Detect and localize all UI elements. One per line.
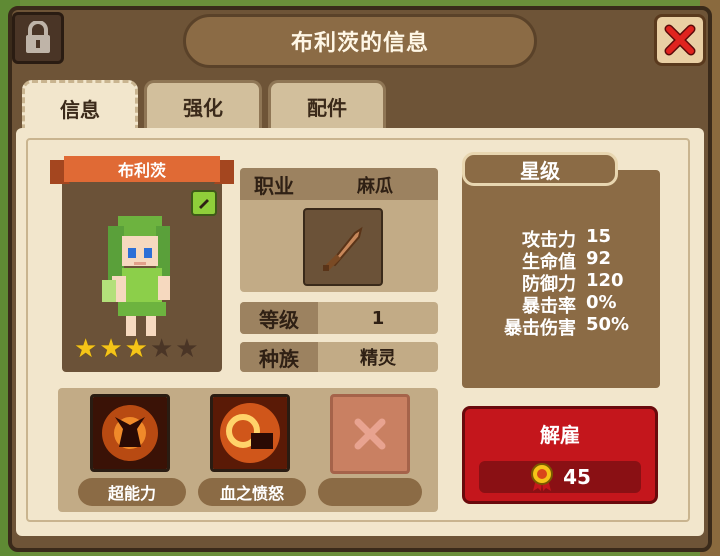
dismiss-cost-value: 45 <box>563 465 591 489</box>
skill-1-slot[interactable] <box>90 394 170 472</box>
close-icon <box>664 24 696 56</box>
dismiss-cost: 45 <box>479 461 641 493</box>
dialog-title: 布利茨的信息 <box>183 14 537 68</box>
star-filled-icon: ★ <box>124 334 148 364</box>
race-label: 种族 <box>240 342 318 372</box>
dagger-icon <box>323 226 363 271</box>
level-label: 等级 <box>240 302 318 334</box>
level-value: 1 <box>371 307 385 329</box>
job-label: 职业 <box>254 174 294 198</box>
dismiss-button[interactable]: 解雇 45 <box>462 406 658 504</box>
star-empty-icon: ★ <box>149 334 174 364</box>
stat-row: 暴击伤害 50% <box>480 314 660 340</box>
demon-power-icon <box>93 397 167 469</box>
skill-3-slot[interactable] <box>330 394 410 474</box>
stat-name: 暴击伤害 <box>504 318 576 339</box>
character-name: 布利茨 <box>117 161 166 180</box>
lock-icon <box>26 21 50 53</box>
star-rating: ★ ★ ★ ★ ★ <box>74 336 199 362</box>
tab-info[interactable]: 信息 <box>22 80 138 134</box>
ram-rage-icon <box>213 397 287 469</box>
pencil-icon <box>199 199 209 209</box>
skill-3-label <box>318 478 422 506</box>
skill-2-label: 血之愤怒 <box>198 478 306 506</box>
tab-enhance[interactable]: 强化 <box>144 80 262 130</box>
star-filled-icon: ★ <box>74 334 98 364</box>
weapon-slot[interactable] <box>303 208 383 286</box>
rename-button[interactable] <box>191 190 217 216</box>
star-filled-icon: ★ <box>99 334 123 364</box>
lock-button[interactable] <box>12 12 64 64</box>
skill-2-slot[interactable] <box>210 394 290 472</box>
race-value: 精灵 <box>360 348 396 369</box>
race-row: 种族 精灵 <box>240 342 438 372</box>
close-button[interactable] <box>654 14 706 66</box>
stats-header: 星级 <box>462 152 618 186</box>
empty-slot-x-icon <box>354 418 386 450</box>
star-empty-icon: ★ <box>175 334 199 364</box>
level-row: 等级 1 <box>240 302 438 334</box>
medal-icon <box>531 463 554 491</box>
dismiss-label: 解雇 <box>540 423 580 447</box>
job-value: 麻瓜 <box>357 176 393 197</box>
skill-1-label: 超能力 <box>78 478 186 506</box>
tab-accessories[interactable]: 配件 <box>268 80 386 130</box>
stat-value: 50% <box>586 314 630 335</box>
